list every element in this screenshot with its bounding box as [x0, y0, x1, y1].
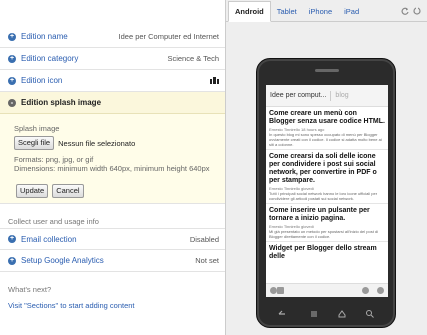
- edition-name-value: Idee per Computer ed Internet: [118, 32, 219, 41]
- google-analytics-value: Not set: [195, 256, 219, 265]
- google-analytics-label[interactable]: Setup Google Analytics: [21, 256, 195, 265]
- refresh-icon[interactable]: [401, 7, 409, 15]
- preview-panel: Android Tablet iPhone iPad Idee per comp…: [226, 0, 427, 335]
- android-phone-frame: Idee per comput... blog Come creare un m…: [256, 58, 396, 328]
- splash-image-form: Splash image Scegli file Nessun file sel…: [0, 114, 225, 204]
- share-icon[interactable]: [362, 287, 369, 294]
- post-title: Come creare un menù con Blogger senza us…: [269, 110, 385, 125]
- app-footer: [266, 283, 388, 297]
- rotate-icon[interactable]: [413, 7, 421, 15]
- android-search-icon[interactable]: [365, 309, 375, 319]
- email-collection-row[interactable]: + Email collection Disabled: [0, 228, 225, 250]
- android-back-icon[interactable]: [277, 309, 287, 319]
- collapse-icon: -: [8, 98, 16, 107]
- expand-icon: +: [8, 256, 16, 265]
- cancel-button[interactable]: Cancel: [52, 184, 84, 198]
- email-collection-value: Disabled: [189, 234, 219, 244]
- splash-image-title: Splash image: [14, 124, 60, 133]
- post-title: Widget per Blogger dello stream delle: [269, 245, 377, 260]
- update-button[interactable]: Update: [16, 184, 49, 198]
- edition-icon-label[interactable]: Edition icon: [21, 76, 210, 85]
- android-menu-icon[interactable]: [309, 309, 319, 319]
- expand-icon: +: [8, 235, 16, 243]
- post-excerpt: In questo blog mi sono spesso occupato d…: [269, 132, 382, 147]
- edition-category-label[interactable]: Edition category: [21, 54, 167, 63]
- edition-name-row[interactable]: + Edition name Idee per Computer ed Inte…: [0, 26, 225, 48]
- post-excerpt: Mi già presentato un metodo per spostars…: [269, 229, 379, 239]
- formats-text: Formats: png, jpg, or gif: [14, 155, 94, 164]
- expand-icon: +: [8, 76, 16, 85]
- edition-settings-panel: + Edition name Idee per Computer ed Inte…: [0, 0, 226, 335]
- post-item[interactable]: Widget per Blogger dello stream delle: [266, 242, 388, 263]
- choose-file-button[interactable]: Scegli file: [14, 136, 55, 150]
- splash-image-header[interactable]: - Edition splash image: [0, 92, 225, 114]
- blog-label: blog: [335, 92, 349, 99]
- android-home-icon[interactable]: [337, 309, 347, 319]
- edition-name-label[interactable]: Edition name: [21, 32, 119, 41]
- divider: [330, 90, 332, 101]
- post-title: Come inserire un pulsante per tornare a …: [269, 207, 370, 222]
- whats-next-heading: What's next?: [8, 285, 52, 294]
- post-excerpt: Tutti i principali social network hanno …: [269, 191, 378, 201]
- tab-ipad[interactable]: iPad: [338, 1, 365, 21]
- phone-screen: Idee per comput... blog Come creare un m…: [266, 85, 388, 297]
- email-collection-label[interactable]: Email collection: [21, 235, 190, 244]
- phone-speaker: [315, 69, 339, 72]
- collect-info-heading: Collect user and usage info: [8, 217, 99, 226]
- tab-tablet[interactable]: Tablet: [271, 1, 303, 21]
- post-item[interactable]: Come inserire un pulsante per tornare a …: [266, 204, 388, 242]
- expand-icon: +: [8, 32, 16, 41]
- expand-icon: +: [8, 54, 16, 63]
- edition-icon-row[interactable]: + Edition icon: [0, 70, 225, 92]
- dimensions-text: Dimensions: minimum width 640px, minimum…: [14, 164, 210, 173]
- list-icon[interactable]: [277, 287, 284, 294]
- tab-iphone[interactable]: iPhone: [303, 1, 338, 21]
- post-title: Come crearsi da soli delle icone per con…: [269, 153, 377, 184]
- app-title: Idee per comput...: [270, 92, 327, 99]
- post-item[interactable]: Come creare un menù con Blogger senza us…: [266, 107, 388, 150]
- no-file-text: Nessun file selezionato: [58, 138, 136, 148]
- back-arrow-icon[interactable]: [270, 287, 277, 294]
- app-bar: Idee per comput... blog: [266, 85, 388, 107]
- edition-category-value: Science & Tech: [167, 54, 219, 63]
- forward-arrow-icon[interactable]: [377, 287, 384, 294]
- splash-image-heading: Edition splash image: [21, 98, 102, 107]
- edition-icon-preview: [210, 77, 219, 84]
- edition-category-row[interactable]: + Edition category Science & Tech: [0, 48, 225, 70]
- visit-sections-link[interactable]: Visit "Sections" to start adding content: [8, 301, 135, 310]
- post-item[interactable]: Come crearsi da soli delle icone per con…: [266, 150, 388, 204]
- tab-android[interactable]: Android: [228, 1, 271, 22]
- google-analytics-row[interactable]: + Setup Google Analytics Not set: [0, 250, 225, 272]
- device-tabs: Android Tablet iPhone iPad: [226, 0, 427, 22]
